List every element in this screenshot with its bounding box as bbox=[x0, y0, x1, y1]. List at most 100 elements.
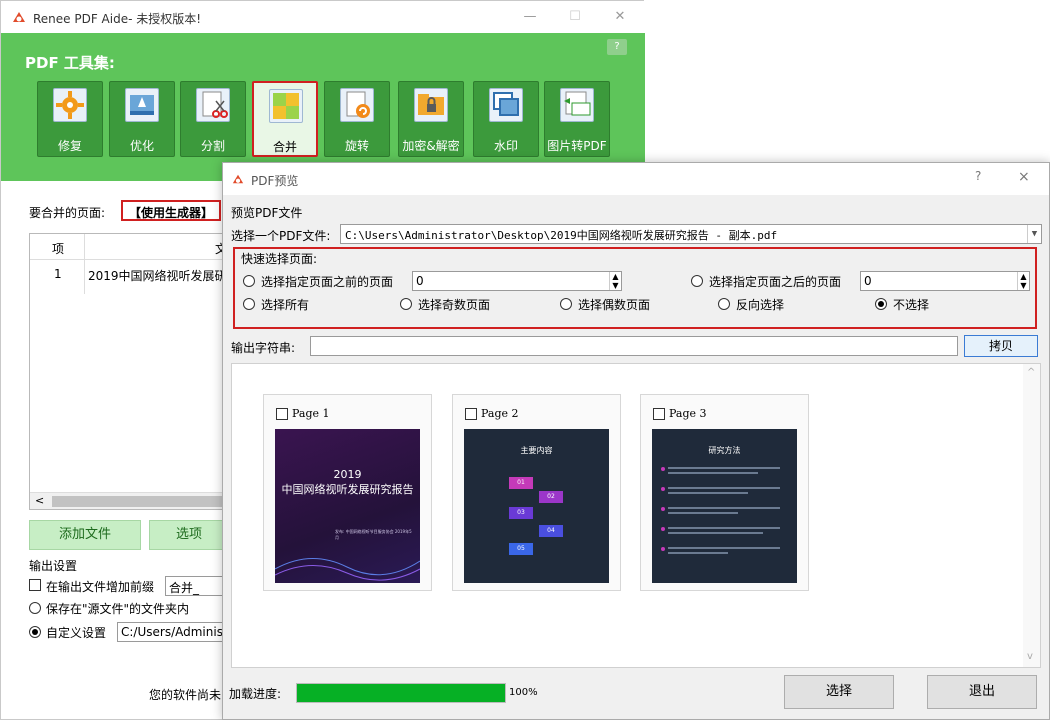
before-label: 选择指定页面之前的页面 bbox=[261, 275, 394, 289]
scroll-up-icon[interactable]: ^ bbox=[1027, 367, 1035, 378]
options-button[interactable]: 选项 bbox=[149, 520, 229, 550]
minimize-button[interactable]: — bbox=[520, 7, 540, 27]
page-thumbnail: 主要内容 01 02 03 04 05 bbox=[464, 429, 609, 583]
invert-label: 反向选择 bbox=[736, 298, 785, 312]
merge-pages-label: 要合并的页面: bbox=[29, 206, 106, 220]
prefix-field[interactable]: 合并_ bbox=[165, 576, 229, 596]
dialog-titlebar: PDF预览 ? × bbox=[223, 163, 1049, 195]
before-radio[interactable] bbox=[243, 275, 255, 287]
thumbnail-heading: 主要内容 bbox=[520, 446, 553, 455]
page-label: Page 1 bbox=[292, 407, 330, 420]
vertical-scrollbar[interactable]: ^ v bbox=[1023, 364, 1040, 667]
spin-arrows-icon[interactable]: ▲ ▼ bbox=[1017, 272, 1029, 290]
use-generator-button[interactable]: 【使用生成器】 bbox=[121, 200, 222, 221]
custom-radio[interactable] bbox=[29, 626, 41, 638]
copy-button[interactable]: 拷贝 bbox=[964, 335, 1038, 357]
page-thumbnail: 2019 中国网络视听发展研究报告 发布: 中国网络视听节目服务协会 2019年… bbox=[275, 429, 420, 583]
status-text: 您的软件尚未 bbox=[149, 688, 222, 702]
add-file-button[interactable]: 添加文件 bbox=[29, 520, 141, 550]
scissors-icon bbox=[196, 88, 230, 122]
agenda-item: 01 bbox=[509, 477, 533, 489]
exit-button[interactable]: 退出 bbox=[927, 675, 1037, 709]
table-header: 项 文 bbox=[30, 234, 227, 260]
select-odd-label: 选择奇数页面 bbox=[418, 298, 491, 312]
page-card[interactable]: Page 3 研究方法 bbox=[640, 394, 809, 591]
tool-label: 修复 bbox=[57, 139, 82, 153]
scroll-down-icon[interactable]: v bbox=[1027, 651, 1033, 662]
file-table: 项 文 1 2019中国网络视听发展研 < bbox=[29, 233, 228, 510]
output-string-input[interactable] bbox=[310, 336, 958, 356]
maximize-button[interactable]: ☐ bbox=[565, 7, 585, 27]
select-odd-radio[interactable] bbox=[400, 298, 412, 310]
app-logo-icon bbox=[13, 12, 25, 22]
thumbnail-heading: 2019 中国网络视听发展研究报告 bbox=[281, 468, 414, 496]
page-checkbox[interactable] bbox=[276, 408, 288, 420]
puzzle-icon bbox=[269, 89, 303, 123]
page-checkbox[interactable] bbox=[465, 408, 477, 420]
before-spinbox[interactable]: 0 ▲ ▼ bbox=[412, 271, 622, 291]
file-select[interactable]: C:\Users\Administrator\Desktop\2019中国网络视… bbox=[340, 224, 1042, 244]
rocket-icon bbox=[125, 88, 159, 122]
horizontal-scrollbar[interactable]: < bbox=[30, 492, 224, 509]
page-checkbox[interactable] bbox=[653, 408, 665, 420]
file-path: C:\Users\Administrator\Desktop\2019中国网络视… bbox=[345, 229, 778, 242]
tool-image-to-pdf-button[interactable]: 图片转PDF bbox=[544, 81, 610, 157]
select-even-radio[interactable] bbox=[560, 298, 572, 310]
text-lines-graphic bbox=[661, 467, 780, 554]
prefix-checkbox[interactable] bbox=[29, 579, 41, 591]
custom-path-field[interactable]: C:/Users/Administ bbox=[117, 622, 229, 642]
chevron-down-icon[interactable]: ▼ bbox=[1027, 225, 1041, 243]
progress-bar bbox=[296, 683, 506, 703]
page-label: Page 3 bbox=[669, 407, 707, 420]
rotate-icon bbox=[340, 88, 374, 122]
tool-label: 水印 bbox=[493, 139, 518, 153]
scroll-left-icon[interactable]: < bbox=[35, 494, 44, 507]
wave-graphic bbox=[275, 558, 420, 581]
before-value: 0 bbox=[416, 274, 424, 288]
column-divider bbox=[84, 234, 85, 294]
dialog-help-button[interactable]: ? bbox=[975, 169, 981, 183]
tool-encrypt-button[interactable]: 加密&解密 bbox=[398, 81, 464, 157]
select-all-radio[interactable] bbox=[243, 298, 255, 310]
page-preview-area: ^ v Page 1 2019 中国网络视听发展研究报告 发布: 中国网络视听节… bbox=[231, 363, 1041, 668]
tool-label: 优化 bbox=[129, 139, 154, 153]
tool-label: 旋转 bbox=[344, 139, 369, 153]
select-none-label: 不选择 bbox=[893, 298, 930, 312]
window-title: Renee PDF Aide- 未授权版本! bbox=[33, 12, 202, 26]
agenda-item: 05 bbox=[509, 543, 533, 555]
lock-folder-icon bbox=[414, 88, 448, 122]
page-card[interactable]: Page 2 主要内容 01 02 03 04 05 bbox=[452, 394, 621, 591]
page-label: Page 2 bbox=[481, 407, 519, 420]
page-card[interactable]: Page 1 2019 中国网络视听发展研究报告 发布: 中国网络视听节目服务协… bbox=[263, 394, 432, 591]
tool-repair-button[interactable]: 修复 bbox=[37, 81, 103, 157]
save-source-radio[interactable] bbox=[29, 602, 41, 614]
select-all-label: 选择所有 bbox=[261, 298, 310, 312]
after-radio[interactable] bbox=[691, 275, 703, 287]
help-button[interactable]: ? bbox=[607, 39, 627, 55]
invert-radio[interactable] bbox=[718, 298, 730, 310]
after-spinbox[interactable]: 0 ▲ ▼ bbox=[860, 271, 1030, 291]
tool-optimize-button[interactable]: 优化 bbox=[109, 81, 175, 157]
output-string-label: 输出字符串: bbox=[231, 341, 296, 355]
tool-label: 图片转PDF bbox=[547, 139, 607, 153]
toolbar-title: PDF 工具集: bbox=[25, 54, 115, 72]
select-none-radio[interactable] bbox=[875, 298, 887, 310]
tool-watermark-button[interactable]: 水印 bbox=[473, 81, 539, 157]
tool-split-button[interactable]: 分割 bbox=[180, 81, 246, 157]
tool-rotate-button[interactable]: 旋转 bbox=[324, 81, 390, 157]
spin-arrows-icon[interactable]: ▲ ▼ bbox=[609, 272, 621, 290]
preview-label: 预览PDF文件 bbox=[231, 206, 303, 220]
close-button[interactable]: ✕ bbox=[610, 7, 630, 27]
scroll-thumb[interactable] bbox=[52, 496, 224, 507]
prefix-label: 在输出文件增加前缀 bbox=[46, 580, 155, 594]
table-cell[interactable]: 2019中国网络视听发展研 bbox=[88, 267, 228, 284]
pdf-preview-dialog: PDF预览 ? × 预览PDF文件 选择一个PDF文件: C:\Users\Ad… bbox=[222, 162, 1050, 720]
toolbar-banner: PDF 工具集: ? 修复 优化 分割 合并 旋转 加密&解密 水印 图片转PD… bbox=[1, 33, 645, 181]
tool-merge-button[interactable]: 合并 bbox=[252, 81, 318, 157]
dialog-close-button[interactable]: × bbox=[1018, 169, 1030, 185]
select-even-label: 选择偶数页面 bbox=[578, 298, 651, 312]
select-button[interactable]: 选择 bbox=[784, 675, 894, 709]
tool-label: 分割 bbox=[200, 139, 225, 153]
watermark-icon bbox=[489, 88, 523, 122]
page-thumbnail: 研究方法 bbox=[652, 429, 797, 583]
